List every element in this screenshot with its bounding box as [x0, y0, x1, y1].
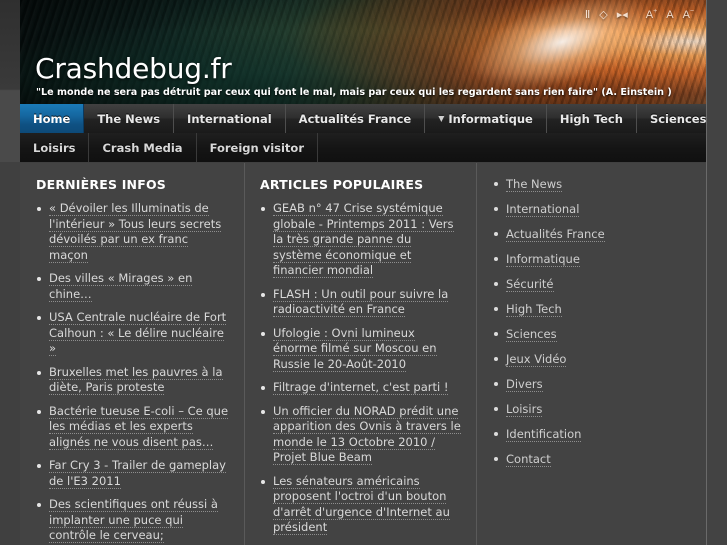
- category-item-link[interactable]: Actualités France: [506, 227, 605, 242]
- category-item: Identification: [493, 427, 695, 442]
- nav-item-label: Crash Media: [102, 140, 183, 155]
- category-item: Actualités France: [493, 227, 695, 242]
- nav-item-informatique[interactable]: ▼ Informatique: [425, 104, 547, 133]
- nav-item-label: International: [187, 111, 272, 126]
- popular-articles-heading: ARTICLES POPULAIRES: [260, 177, 424, 192]
- popular-article-item: Un officier du NORAD prédit une appariti…: [260, 403, 462, 466]
- category-item-link[interactable]: Loisirs: [506, 402, 543, 417]
- column-popular-articles: ARTICLES POPULAIRES GEAB n° 47 Crise sys…: [244, 163, 476, 545]
- category-item-link[interactable]: Identification: [506, 427, 582, 442]
- category-item-link[interactable]: Contact: [506, 452, 551, 467]
- category-item: The News: [493, 177, 695, 192]
- popular-article-item: FLASH : Un outil pour suivre la radioact…: [260, 286, 462, 318]
- latest-news-item-link[interactable]: USA Centrale nucléaire de Fort Calhoun :…: [49, 310, 227, 356]
- category-item-link[interactable]: High Tech: [506, 302, 562, 317]
- nav-item-label: High Tech: [559, 111, 623, 126]
- nav-item-loisirs[interactable]: Loisirs: [20, 133, 90, 162]
- popular-article-item-link[interactable]: Filtrage d'internet, c'est parti !: [273, 380, 449, 395]
- nav-item-actualit-s-france[interactable]: Actualités France: [286, 104, 426, 133]
- nav-item-label: Informatique: [448, 111, 533, 126]
- nav-item-label: Sciences: [649, 111, 707, 126]
- nav-row-secondary: Loisirs Crash Media Foreign visitor: [20, 133, 706, 162]
- latest-news-item-link[interactable]: Des villes « Mirages » en chine…: [49, 271, 193, 302]
- latest-news-item-link[interactable]: Bactérie tueuse E-coli – Ce que les médi…: [49, 403, 229, 450]
- nav-item-foreign-visitor[interactable]: Foreign visitor: [197, 133, 318, 162]
- font-increase-icon-superscript: +: [653, 8, 658, 15]
- font-decrease-icon[interactable]: A −: [683, 8, 694, 21]
- latest-news-item: Bruxelles met les pauvres à la diète, Pa…: [36, 364, 230, 396]
- font-increase-icon[interactable]: A +: [646, 8, 658, 21]
- nav-item-label: Foreign visitor: [209, 140, 304, 155]
- nav-filler: [318, 133, 706, 162]
- category-item-link[interactable]: Sciences: [506, 327, 557, 342]
- main-navigation: Home The News International Actualités Fran…: [20, 104, 721, 162]
- latest-news-item-link[interactable]: Far Cry 3 - Trailer de gameplay de l'E3 …: [49, 458, 226, 489]
- play-icon[interactable]: ▸◂: [617, 10, 628, 21]
- popular-article-item-link[interactable]: Les sénateurs américains proposent l'oct…: [273, 473, 450, 535]
- latest-news-item-link[interactable]: « Dévoiler les Illuminatis de l'intérieu…: [49, 201, 222, 263]
- category-item: Divers: [493, 377, 695, 392]
- column-categories: The News International Actualités France In…: [476, 163, 705, 545]
- site-header-banner: Crashdebug.fr "Le monde ne sera pas détr…: [20, 0, 706, 104]
- category-item: International: [493, 202, 695, 217]
- popular-article-item-link[interactable]: Ufologie : Ovni lumineux énorme filmé su…: [273, 325, 437, 372]
- popular-articles-list: GEAB n° 47 Crise systémique globale - Pr…: [260, 201, 462, 545]
- latest-news-item: Far Cry 3 - Trailer de gameplay de l'E3 …: [36, 458, 230, 489]
- nav-item-label: Home: [33, 111, 71, 126]
- category-item: Informatique: [493, 252, 695, 267]
- latest-news-item: USA Centrale nucléaire de Fort Calhoun :…: [36, 310, 230, 357]
- pause-icon[interactable]: Ⅱ: [585, 10, 590, 21]
- popular-article-item: Filtrage d'internet, c'est parti !: [260, 380, 462, 396]
- categories-list: The News International Actualités France In…: [493, 177, 695, 467]
- nav-item-home[interactable]: Home: [20, 104, 85, 133]
- category-item-link[interactable]: The News: [506, 177, 563, 192]
- popular-article-item-link[interactable]: Un officier du NORAD prédit une appariti…: [273, 403, 461, 465]
- nav-item-high-tech[interactable]: High Tech: [547, 104, 637, 133]
- latest-news-item-link[interactable]: Bruxelles met les pauvres à la diète, Pa…: [49, 364, 223, 395]
- latest-news-item-link[interactable]: Des scientifiques ont réussi à implanter…: [49, 497, 218, 545]
- popular-article-item-link[interactable]: GEAB n° 47 Crise systémique globale - Pr…: [273, 201, 454, 278]
- category-item: Contact: [493, 452, 695, 467]
- nav-item-crash-media[interactable]: Crash Media: [89, 133, 197, 162]
- nav-item-international[interactable]: International: [174, 104, 286, 133]
- site-title: Crashdebug.fr: [35, 52, 232, 85]
- nav-row-primary: Home The News International Actualités Fran…: [20, 104, 721, 133]
- category-item: Loisirs: [493, 402, 695, 417]
- chevron-down-icon: ▼: [438, 114, 445, 123]
- popular-article-item: GEAB n° 47 Crise systémique globale - Pr…: [260, 201, 462, 279]
- main-content: DERNIÈRES INFOS « Dévoiler les Illuminat…: [20, 163, 706, 545]
- nav-item-label: Actualités France: [298, 111, 412, 126]
- page-left-gutter: [0, 0, 20, 162]
- font-reset-icon[interactable]: A: [666, 10, 673, 21]
- nav-item-the-news[interactable]: The News: [84, 104, 175, 133]
- category-item: Sécurité: [493, 277, 695, 292]
- page-right-gutter: [707, 0, 727, 545]
- nav-item-label: Loisirs: [33, 140, 76, 155]
- category-item-link[interactable]: Informatique: [506, 252, 580, 267]
- page-root: Crashdebug.fr "Le monde ne sera pas détr…: [0, 0, 727, 545]
- category-item-link[interactable]: Divers: [506, 377, 543, 392]
- popular-article-item: Les sénateurs américains proposent l'oct…: [260, 473, 462, 536]
- site-tagline: "Le monde ne sera pas détruit par ceux q…: [36, 87, 672, 98]
- category-item: Sciences: [493, 327, 695, 342]
- latest-news-item: Des villes « Mirages » en chine…: [36, 271, 230, 302]
- latest-news-heading: DERNIÈRES INFOS: [36, 177, 166, 192]
- popular-article-item: Ufologie : Ovni lumineux énorme filmé su…: [260, 325, 462, 373]
- category-item: High Tech: [493, 302, 695, 317]
- category-item-link[interactable]: Sécurité: [506, 277, 554, 292]
- latest-news-item: « Dévoiler les Illuminatis de l'intérieu…: [36, 201, 230, 263]
- nav-item-label: The News: [97, 111, 161, 126]
- category-item-link[interactable]: Jeux Vidéo: [506, 352, 567, 367]
- popular-article-item-link[interactable]: FLASH : Un outil pour suivre la radioact…: [273, 286, 449, 317]
- category-item: Jeux Vidéo: [493, 352, 695, 367]
- stop-icon[interactable]: ◇: [599, 10, 607, 21]
- latest-news-list: « Dévoiler les Illuminatis de l'intérieu…: [36, 201, 230, 545]
- header-tools: Ⅱ ◇ ▸◂ A + A A −: [585, 8, 694, 21]
- font-decrease-icon-superscript: −: [689, 8, 694, 15]
- column-latest-news: DERNIÈRES INFOS « Dévoiler les Illuminat…: [20, 163, 244, 545]
- latest-news-item: Bactérie tueuse E-coli – Ce que les médi…: [36, 403, 230, 451]
- latest-news-item: Des scientifiques ont réussi à implanter…: [36, 497, 230, 545]
- category-item-link[interactable]: International: [506, 202, 580, 217]
